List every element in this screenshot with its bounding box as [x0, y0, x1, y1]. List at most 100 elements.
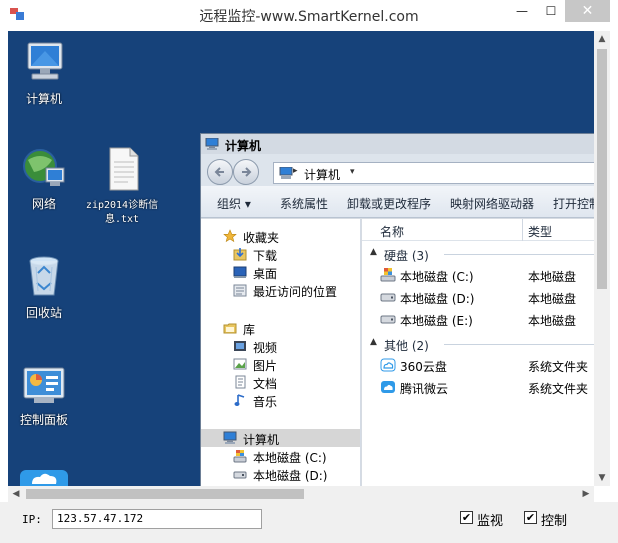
collapse-icon[interactable]: ▲: [370, 337, 377, 347]
desktop-icon-label: 回收站: [25, 306, 62, 320]
bottom-bar: IP: 123.57.47.172 ✔ 监视 ✔ 控制: [0, 502, 618, 543]
nav-label: 下载: [253, 249, 278, 263]
nav-label: 桌面: [253, 267, 278, 281]
list-item[interactable]: 本地磁盘 (D:) 本地磁盘: [362, 287, 594, 307]
desktop-icon-text-file[interactable]: zip2014诊断信息.txt: [84, 146, 160, 227]
nav-label: 本地磁盘 (D:): [253, 469, 328, 483]
nav-item-downloads[interactable]: 下载: [201, 245, 360, 263]
control-panel-icon: [23, 367, 65, 403]
scroll-right-icon[interactable]: ▶: [578, 486, 594, 502]
close-button[interactable]: ✕: [565, 0, 610, 22]
navigation-pane: 收藏夹 下载 桌面 最近访问的位置 库 视频 图片 文档 音乐 计算机 本地磁盘…: [201, 219, 361, 486]
scrollbar-thumb[interactable]: [26, 489, 304, 499]
desktop-icon-label: zip2014诊断信息.txt: [85, 200, 159, 225]
list-item[interactable]: 本地磁盘 (E:) 本地磁盘: [362, 309, 594, 329]
explorer-toolbar: 组织 ▾ 系统属性 卸载或更改程序 映射网络驱动器 打开控制: [201, 186, 594, 218]
file-type: 本地磁盘: [528, 314, 577, 328]
file-type: 系统文件夹: [528, 360, 589, 374]
desktop-icon-label: 控制面板: [19, 413, 68, 427]
file-name: 360云盘: [400, 360, 447, 374]
recent-places-icon: [233, 284, 247, 297]
music-icon: [234, 394, 245, 406]
drive-icon: [380, 293, 396, 302]
desktop-icon-label: 网络: [31, 197, 56, 211]
library-icon: [223, 323, 237, 334]
nav-label: 本地磁盘 (C:): [253, 451, 327, 465]
nav-item-drive-d[interactable]: 本地磁盘 (D:): [201, 465, 360, 483]
video-icon: [234, 341, 246, 351]
address-input[interactable]: ▸ 计算机 ▾: [273, 162, 594, 184]
desktop-icon-label: 计算机: [25, 92, 62, 106]
remote-desktop-view[interactable]: 计算机 网络 zip2014诊断信息.txt 回收站 控制面板 计算机 ▸ 计算…: [8, 31, 594, 486]
minimize-button[interactable]: —: [507, 0, 537, 22]
nav-item-music[interactable]: 音乐: [201, 391, 360, 409]
scroll-up-icon[interactable]: ▲: [594, 31, 610, 47]
drive-icon: [380, 315, 396, 324]
nav-item-favorites[interactable]: 收藏夹: [201, 227, 360, 245]
group-header-other[interactable]: ▲ 其他 (2): [362, 335, 594, 353]
nav-item-computer[interactable]: 计算机: [201, 429, 360, 447]
maximize-button[interactable]: ☐: [537, 0, 565, 22]
toolbar-uninstall[interactable]: 卸载或更改程序: [347, 195, 431, 212]
nav-item-libraries[interactable]: 库: [201, 319, 360, 337]
desktop-icon-computer[interactable]: 计算机: [8, 41, 80, 106]
column-divider[interactable]: [522, 219, 523, 241]
group-label: 硬盘 (3): [384, 249, 429, 263]
nav-label: 最近访问的位置: [253, 285, 338, 299]
nav-label: 图片: [253, 359, 278, 373]
computer-icon: [279, 167, 293, 179]
back-button[interactable]: [207, 159, 233, 185]
column-type[interactable]: 类型: [528, 223, 552, 240]
pictures-icon: [233, 358, 247, 370]
nav-item-desktop[interactable]: 桌面: [201, 263, 360, 281]
control-checkbox[interactable]: ✔: [524, 511, 537, 524]
collapse-icon[interactable]: ▲: [370, 247, 377, 257]
monitor-checkbox[interactable]: ✔: [460, 511, 473, 524]
downloads-folder-icon: [233, 248, 247, 261]
forward-button[interactable]: [233, 159, 259, 185]
toolbar-open-control[interactable]: 打开控制: [553, 195, 594, 212]
text-file-icon: [109, 147, 139, 191]
vertical-scrollbar[interactable]: ▲ ▼: [594, 31, 610, 486]
ip-input[interactable]: 123.57.47.172: [52, 509, 262, 529]
network-icon: [23, 149, 65, 186]
list-item[interactable]: 腾讯微云 系统文件夹: [362, 377, 594, 397]
scroll-down-icon[interactable]: ▼: [594, 470, 610, 486]
desktop-icon-control-panel[interactable]: 控制面板: [8, 366, 80, 427]
group-header-hard-disks[interactable]: ▲ 硬盘 (3): [362, 245, 594, 263]
desktop-icon-network[interactable]: 网络: [8, 146, 80, 211]
ip-label: IP:: [22, 513, 42, 526]
nav-item-pictures[interactable]: 图片: [201, 355, 360, 373]
system-drive-icon: [233, 450, 247, 463]
explorer-title: 计算机: [225, 139, 262, 153]
desktop-icon-cloud[interactable]: [18, 468, 70, 486]
toolbar-organize[interactable]: 组织 ▾: [217, 195, 251, 212]
weiyun-icon: [381, 381, 395, 393]
scrollbar-thumb[interactable]: [597, 49, 607, 289]
scroll-left-icon[interactable]: ◀: [8, 486, 24, 502]
toolbar-system-properties[interactable]: 系统属性: [280, 195, 328, 212]
nav-item-recent-places[interactable]: 最近访问的位置: [201, 281, 360, 299]
title-bar: 远程监控-www.SmartKernel.com — ☐ ✕: [0, 0, 618, 31]
explorer-window[interactable]: 计算机 ▸ 计算机 ▾ 组织 ▾ 系统属性 卸载或更改程序 映射网络驱动器 打开…: [200, 133, 594, 486]
nav-label: 文档: [253, 377, 278, 391]
desktop-icon-recycle-bin[interactable]: 回收站: [8, 253, 80, 320]
column-name[interactable]: 名称: [380, 223, 404, 240]
nav-item-drive-c[interactable]: 本地磁盘 (C:): [201, 447, 360, 465]
desktop-folder-icon: [233, 266, 247, 278]
explorer-address-bar: ▸ 计算机 ▾: [201, 154, 594, 186]
nav-item-documents[interactable]: 文档: [201, 373, 360, 391]
explorer-title-bar: 计算机: [201, 134, 594, 154]
list-item[interactable]: 360云盘 系统文件夹: [362, 355, 594, 375]
nav-label: 视频: [253, 341, 278, 355]
group-label: 其他 (2): [384, 339, 429, 353]
list-item[interactable]: 本地磁盘 (C:) 本地磁盘: [362, 265, 594, 285]
computer-icon: [27, 42, 63, 80]
documents-icon: [235, 375, 246, 389]
chevron-down-icon[interactable]: ▾: [350, 167, 355, 177]
drive-icon: [233, 471, 247, 479]
horizontal-scrollbar[interactable]: ◀ ▶: [8, 486, 594, 502]
chevron-down-icon[interactable]: ▸: [293, 166, 298, 176]
nav-item-videos[interactable]: 视频: [201, 337, 360, 355]
toolbar-map-drive[interactable]: 映射网络驱动器: [450, 195, 534, 212]
